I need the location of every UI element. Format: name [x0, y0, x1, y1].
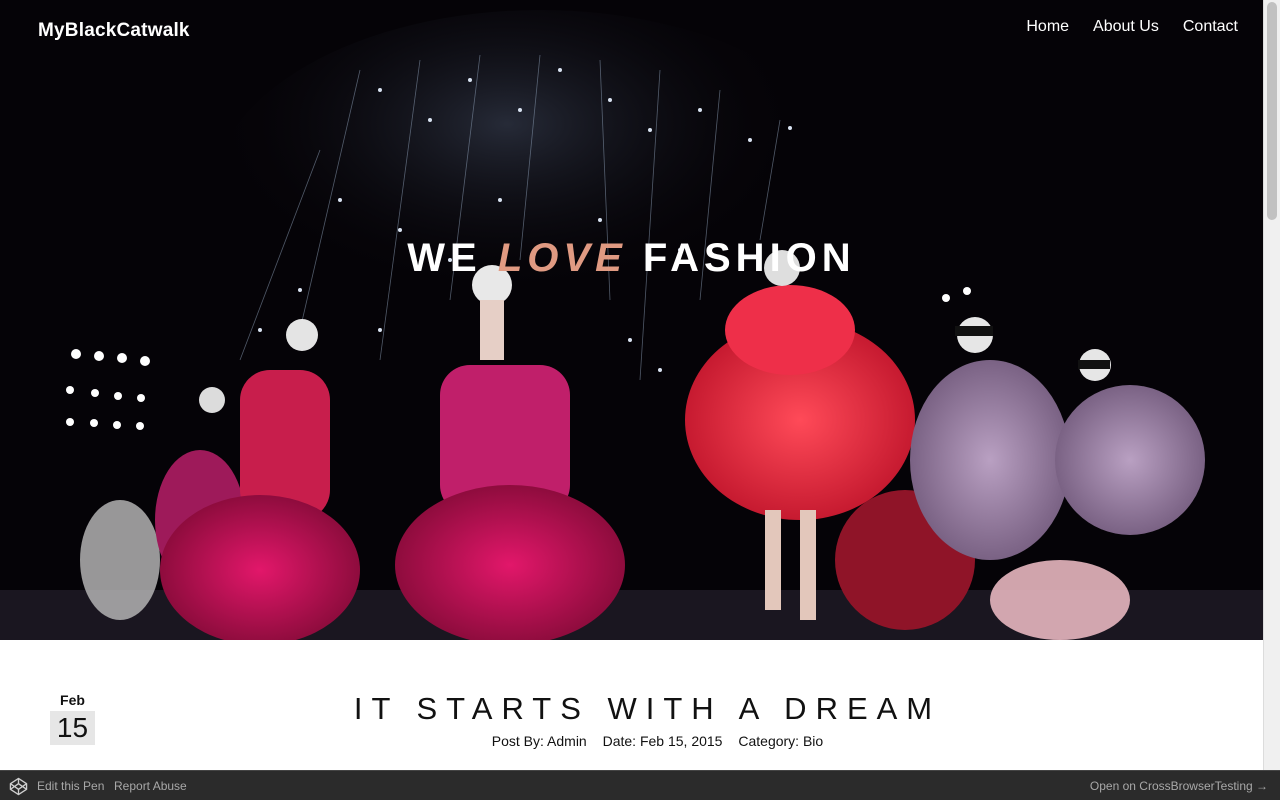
crossbrowsertesting-link[interactable]: Open on CrossBrowserTesting →: [1090, 779, 1268, 793]
nav-about-link[interactable]: About Us: [1093, 18, 1159, 36]
scrollbar-thumb[interactable]: [1267, 2, 1277, 220]
page-scrollbar[interactable]: [1263, 0, 1280, 770]
site-header: MyBlackCatwalk Home About Us Contact: [0, 0, 1263, 60]
post-author: Post By: Admin: [491, 733, 587, 749]
nav-home-link[interactable]: Home: [1026, 18, 1069, 36]
post-date: Date: Feb 15, 2015: [602, 733, 723, 749]
report-abuse-link[interactable]: Report Abuse: [114, 779, 187, 793]
hero-title: WE LOVE FASHION: [0, 236, 1263, 281]
post-meta: Post By: Admin Date: Feb 15, 2015 Catego…: [0, 733, 1263, 749]
codepen-icon[interactable]: [9, 777, 28, 796]
codepen-footer-bar: Edit this Pen Report Abuse Open on Cross…: [0, 770, 1280, 800]
edit-pen-link[interactable]: Edit this Pen: [37, 779, 104, 793]
hero-title-accent: LOVE: [497, 236, 627, 280]
hero-title-word-3: FASHION: [642, 236, 856, 280]
hero-title-word-1: WE: [407, 236, 482, 280]
post-title[interactable]: IT STARTS WITH A DREAM: [0, 691, 1263, 727]
blog-post: Feb 15 IT STARTS WITH A DREAM Post By: A…: [0, 640, 1263, 770]
hero-banner: MyBlackCatwalk Home About Us Contact WE …: [0, 0, 1263, 640]
hero-image: [0, 0, 1263, 640]
post-category: Category: Bio: [738, 733, 824, 749]
main-nav: Home About Us Contact: [1026, 18, 1238, 36]
site-logo[interactable]: MyBlackCatwalk: [38, 20, 190, 42]
nav-contact-link[interactable]: Contact: [1183, 18, 1238, 36]
